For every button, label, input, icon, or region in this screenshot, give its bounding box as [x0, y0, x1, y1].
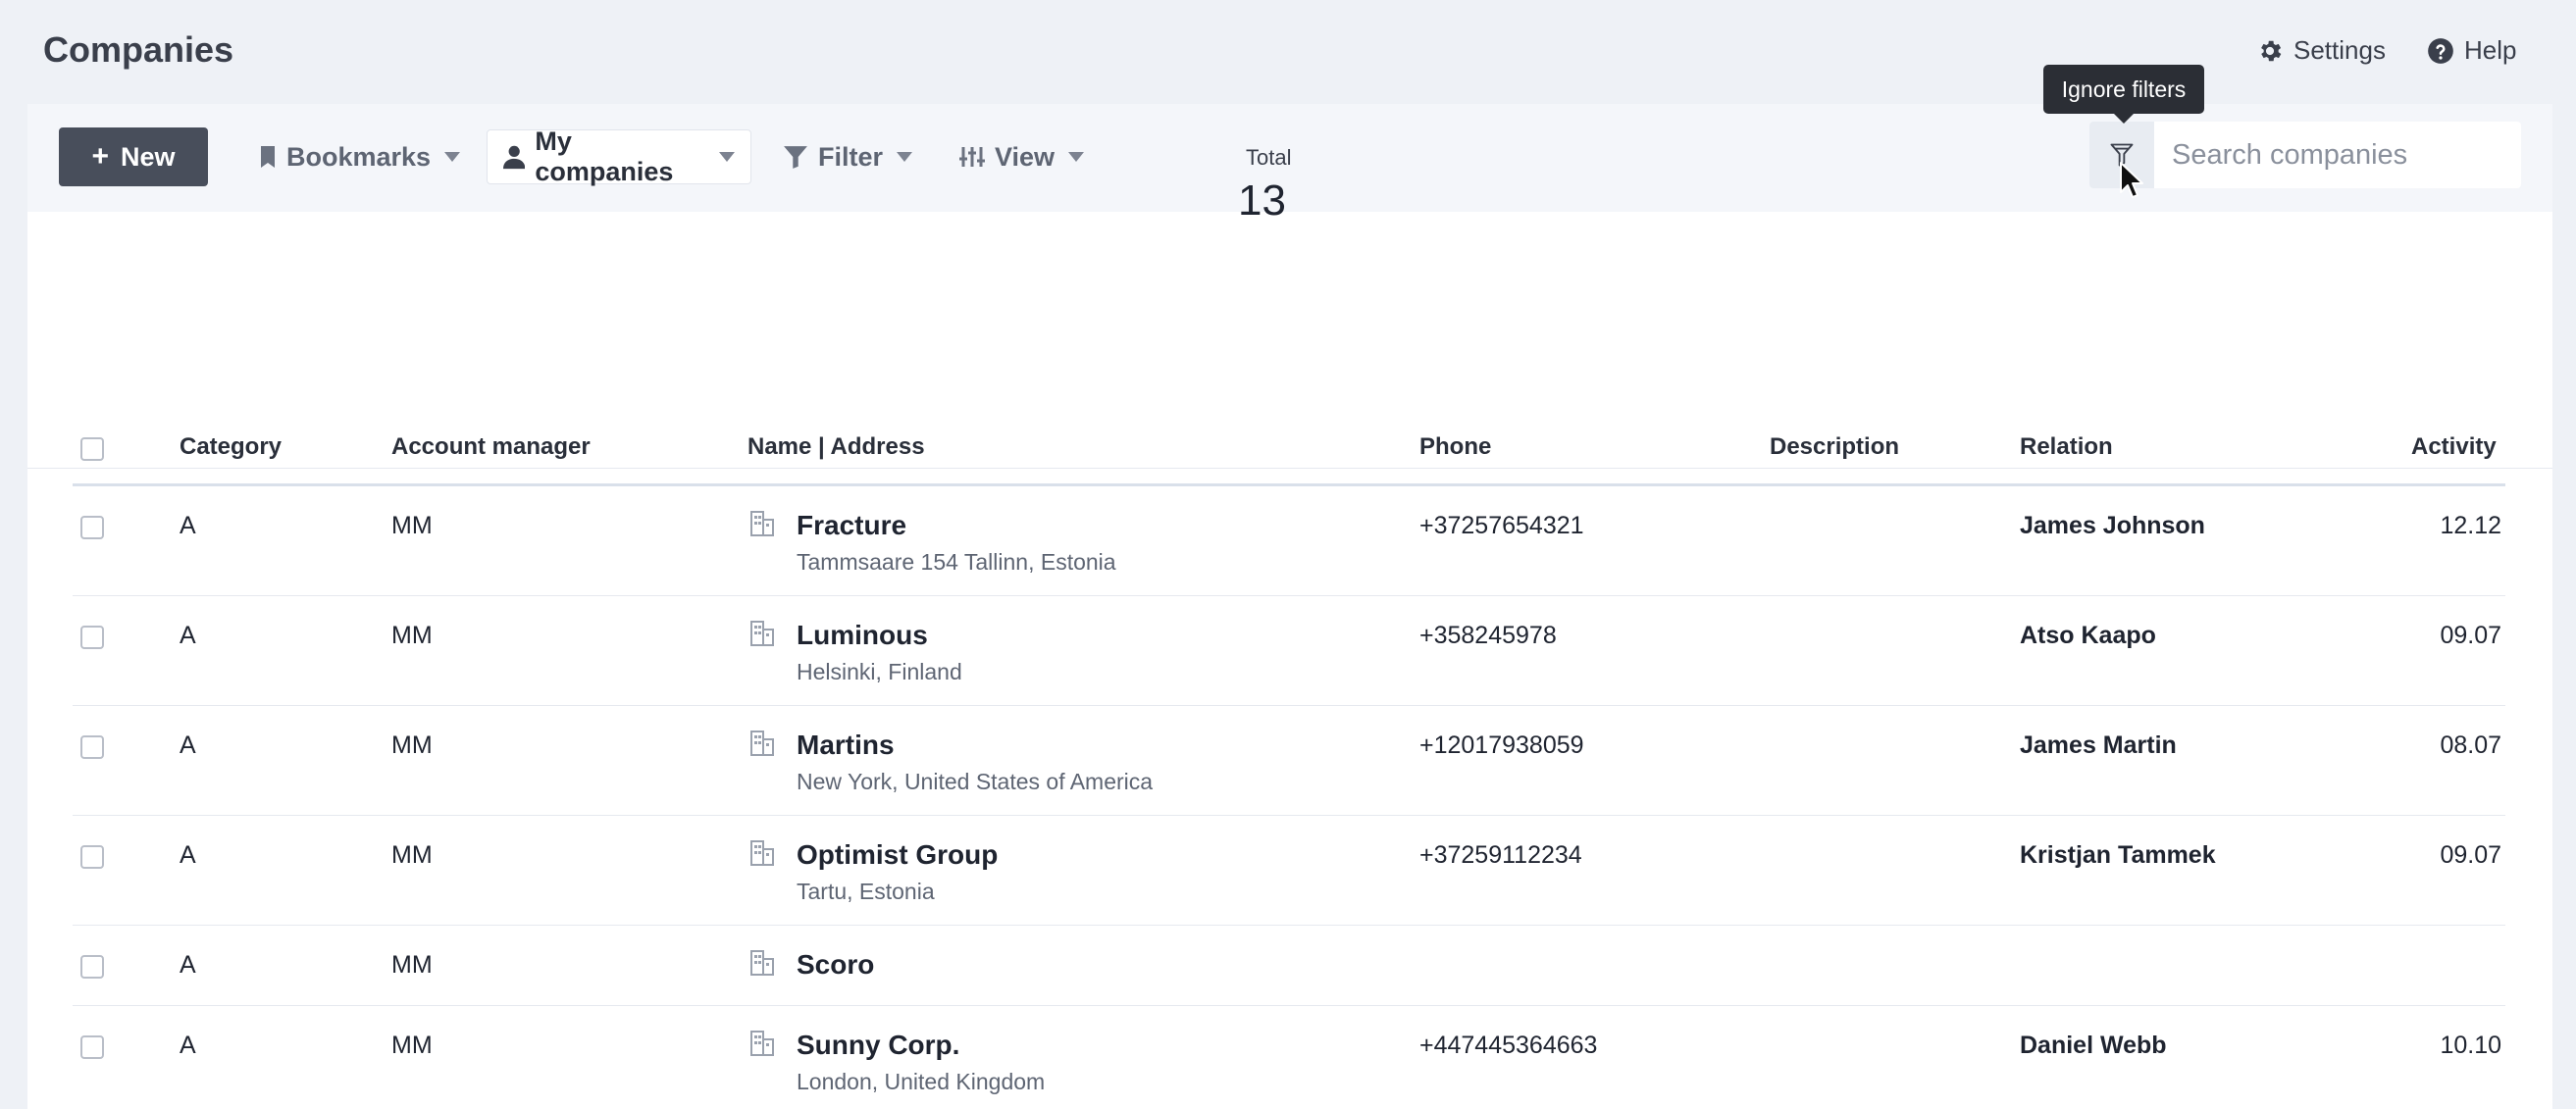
- help-link[interactable]: Help: [2427, 35, 2516, 66]
- relation-link[interactable]: Kristjan Tammek: [2020, 841, 2216, 870]
- relation-link[interactable]: James Johnson: [2020, 512, 2205, 540]
- mouse-cursor-icon: [2120, 162, 2143, 198]
- phone-cell: +12017938059: [1419, 731, 1584, 759]
- chevron-down-icon: [719, 152, 735, 162]
- phone-cell: +37257654321: [1419, 512, 1584, 539]
- company-name-link[interactable]: Luminous: [797, 620, 928, 651]
- activity-cell: 08.07: [2440, 731, 2501, 759]
- select-all-checkbox[interactable]: [80, 437, 104, 461]
- search-box: [2089, 122, 2521, 188]
- phone-cell: +447445364663: [1419, 1032, 1598, 1059]
- total-label: Total: [1246, 145, 1292, 170]
- row-checkbox[interactable]: [80, 516, 104, 539]
- filter-dropdown[interactable]: Filter: [783, 129, 913, 184]
- company-name-link[interactable]: Sunny Corp.: [797, 1030, 959, 1061]
- bookmarks-dropdown[interactable]: Bookmarks: [259, 129, 461, 184]
- category-cell: A: [180, 1032, 196, 1059]
- plus-icon: +: [91, 140, 109, 173]
- column-phone[interactable]: Phone: [1419, 433, 1491, 461]
- account-manager-cell: MM: [391, 841, 433, 869]
- table-row[interactable]: A MM Optimist Group Tartu, Estonia +3725…: [73, 816, 2505, 926]
- view-label: View: [995, 141, 1056, 172]
- chevron-down-icon: [897, 152, 913, 162]
- column-account-manager[interactable]: Account manager: [391, 433, 591, 461]
- category-cell: A: [180, 951, 196, 979]
- column-name-address[interactable]: Name | Address: [747, 433, 925, 461]
- view-dropdown[interactable]: View: [959, 129, 1085, 184]
- account-manager-cell: MM: [391, 1032, 433, 1059]
- company-name-link[interactable]: Scoro: [797, 949, 874, 981]
- company-name-link[interactable]: Martins: [797, 730, 895, 761]
- settings-link[interactable]: Settings: [2256, 35, 2386, 66]
- activity-cell: 10.10: [2440, 1032, 2501, 1059]
- company-address: New York, United States of America: [797, 769, 1154, 794]
- settings-label: Settings: [2293, 35, 2386, 65]
- company-address: Helsinki, Finland: [797, 659, 962, 684]
- relation-link[interactable]: Atso Kaapo: [2020, 622, 2156, 650]
- help-label: Help: [2464, 35, 2517, 65]
- account-manager-cell: MM: [391, 731, 433, 759]
- building-icon: [750, 950, 774, 976]
- column-category[interactable]: Category: [180, 433, 282, 461]
- category-cell: A: [180, 731, 196, 759]
- new-button-label: New: [121, 141, 176, 172]
- table-row[interactable]: A MM Luminous Helsinki, Finland +3582459…: [73, 596, 2505, 706]
- row-checkbox[interactable]: [80, 735, 104, 759]
- help-circle-icon: [2428, 37, 2453, 64]
- company-address: London, United Kingdom: [797, 1069, 1046, 1094]
- building-icon: [750, 511, 774, 536]
- relation-link[interactable]: James Martin: [2020, 731, 2177, 760]
- building-icon: [750, 731, 774, 756]
- page-title: Companies: [43, 29, 234, 70]
- bookmark-icon: [261, 146, 275, 168]
- table-row[interactable]: A MM Martins New York, United States of …: [73, 706, 2505, 816]
- table-header: Category Account manager Name | Address …: [73, 412, 2505, 486]
- table-row[interactable]: A MM Sunny Corp. London, United Kingdom …: [73, 1006, 2505, 1109]
- activity-cell: 09.07: [2440, 622, 2501, 649]
- category-cell: A: [180, 512, 196, 539]
- filter-icon: [784, 146, 807, 169]
- row-checkbox[interactable]: [80, 845, 104, 869]
- bookmarks-label: Bookmarks: [286, 141, 432, 172]
- account-manager-cell: MM: [391, 512, 433, 539]
- row-checkbox[interactable]: [80, 1035, 104, 1059]
- new-button[interactable]: + New: [59, 127, 208, 186]
- phone-cell: +358245978: [1419, 622, 1557, 649]
- filter-label: Filter: [818, 141, 884, 172]
- company-address: Tartu, Estonia: [797, 879, 935, 904]
- my-companies-label: My companies: [535, 126, 674, 186]
- chevron-down-icon: [1068, 152, 1085, 162]
- account-manager-cell: MM: [391, 622, 433, 649]
- category-cell: A: [180, 841, 196, 869]
- person-icon: [503, 145, 526, 170]
- my-companies-dropdown[interactable]: My companies: [487, 126, 751, 186]
- table-row[interactable]: A MM Scoro: [73, 926, 2505, 1006]
- chevron-down-icon: [444, 152, 461, 162]
- search-input[interactable]: [2154, 122, 2521, 188]
- sliders-icon: [959, 147, 985, 167]
- ignore-filters-tooltip: Ignore filters: [2043, 65, 2204, 124]
- company-address: Tammsaare 154 Tallinn, Estonia: [797, 549, 1116, 575]
- relation-link[interactable]: Daniel Webb: [2020, 1032, 2167, 1060]
- activity-cell: 09.07: [2440, 841, 2501, 869]
- phone-cell: +37259112234: [1419, 841, 1582, 869]
- company-name-link[interactable]: Fracture: [797, 510, 906, 541]
- row-checkbox[interactable]: [80, 955, 104, 979]
- activity-cell: 12.12: [2440, 512, 2501, 539]
- column-relation[interactable]: Relation: [2020, 433, 2113, 461]
- total-value: 13: [1238, 176, 1286, 225]
- building-icon: [750, 621, 774, 646]
- building-icon: [750, 840, 774, 866]
- gear-icon: [2261, 40, 2282, 61]
- row-checkbox[interactable]: [80, 626, 104, 649]
- account-manager-cell: MM: [391, 951, 433, 979]
- column-activity[interactable]: Activity: [2411, 433, 2497, 461]
- column-description[interactable]: Description: [1770, 433, 1899, 461]
- building-icon: [750, 1031, 774, 1056]
- table-row[interactable]: A MM Fracture Tammsaare 154 Tallinn, Est…: [73, 486, 2505, 596]
- category-cell: A: [180, 622, 196, 649]
- company-name-link[interactable]: Optimist Group: [797, 839, 998, 871]
